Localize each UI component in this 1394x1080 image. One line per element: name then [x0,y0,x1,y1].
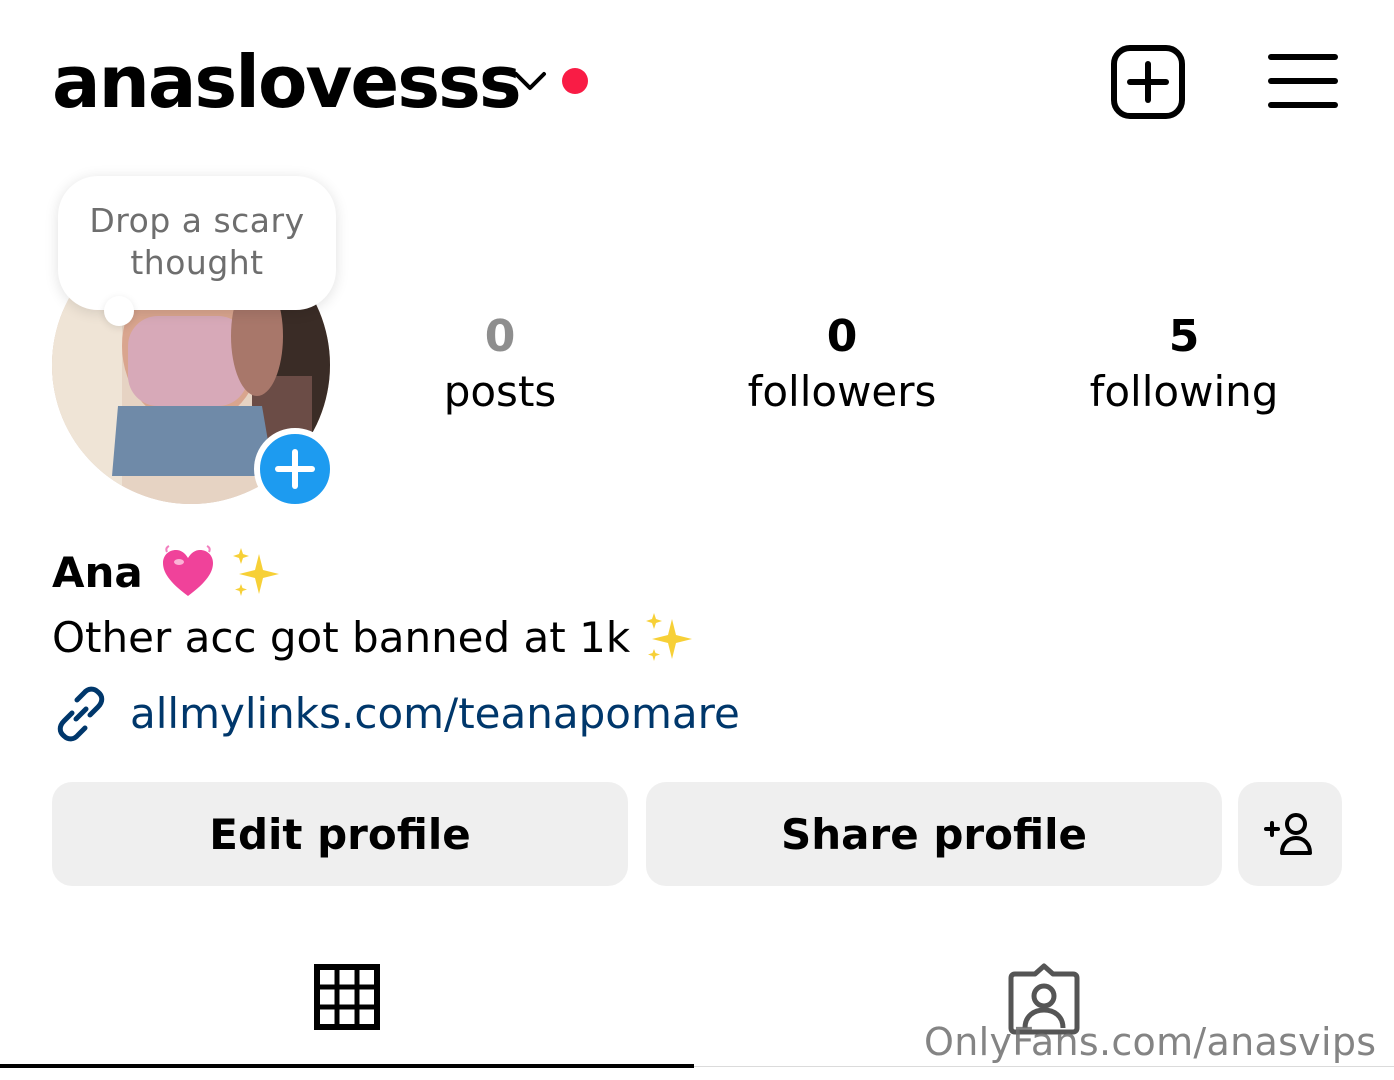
watermark-text: OnlyFans.com/anasvips [924,1020,1377,1064]
stat-posts[interactable]: 0 posts [370,310,630,420]
stat-following-label: following [1089,367,1279,416]
tab-divider [694,1066,1394,1067]
notification-dot [562,68,588,94]
sparkles-emoji-icon [646,613,693,661]
bio-text: Other acc got banned at 1k [52,613,631,662]
note-bubble[interactable]: Drop a scary thought [58,176,336,310]
chevron-down-icon[interactable] [512,68,548,94]
discover-people-button[interactable] [1238,782,1342,886]
stat-posts-label: posts [443,367,557,416]
username-title[interactable]: anaslovesss [52,36,522,130]
stat-following[interactable]: 5 following [1054,310,1314,420]
profile-name: Ana [52,548,143,597]
stat-following-count: 5 [1168,311,1200,362]
sparkles-emoji-icon [232,548,279,596]
profile-link[interactable]: allmylinks.com/teanapomare [52,684,740,744]
link-icon [57,686,105,742]
add-story-button[interactable] [254,428,336,510]
plus-square-icon[interactable] [1110,44,1186,120]
grid-icon [314,964,380,1030]
stat-followers[interactable]: 0 followers [712,310,972,420]
note-bubble-tail [104,296,134,326]
pink-heart-emoji-icon [162,545,213,596]
add-person-icon [1264,813,1312,855]
plus-icon [275,449,315,489]
stat-followers-count: 0 [826,311,858,362]
link-text[interactable]: allmylinks.com/teanapomare [130,684,740,744]
share-profile-button[interactable]: Share profile [646,782,1222,886]
profile-name-row: Ana [52,540,287,606]
stat-followers-label: followers [747,367,937,416]
hamburger-menu-icon[interactable] [1268,52,1338,110]
note-text: Drop a scary thought [89,201,305,282]
active-tab-indicator [0,1064,694,1068]
edit-profile-button[interactable]: Edit profile [52,782,628,886]
stat-posts-count: 0 [484,311,516,362]
profile-header: anaslovesss [0,0,1394,160]
profile-bio: Other acc got banned at 1k [52,608,700,668]
tab-grid[interactable] [0,940,694,1068]
